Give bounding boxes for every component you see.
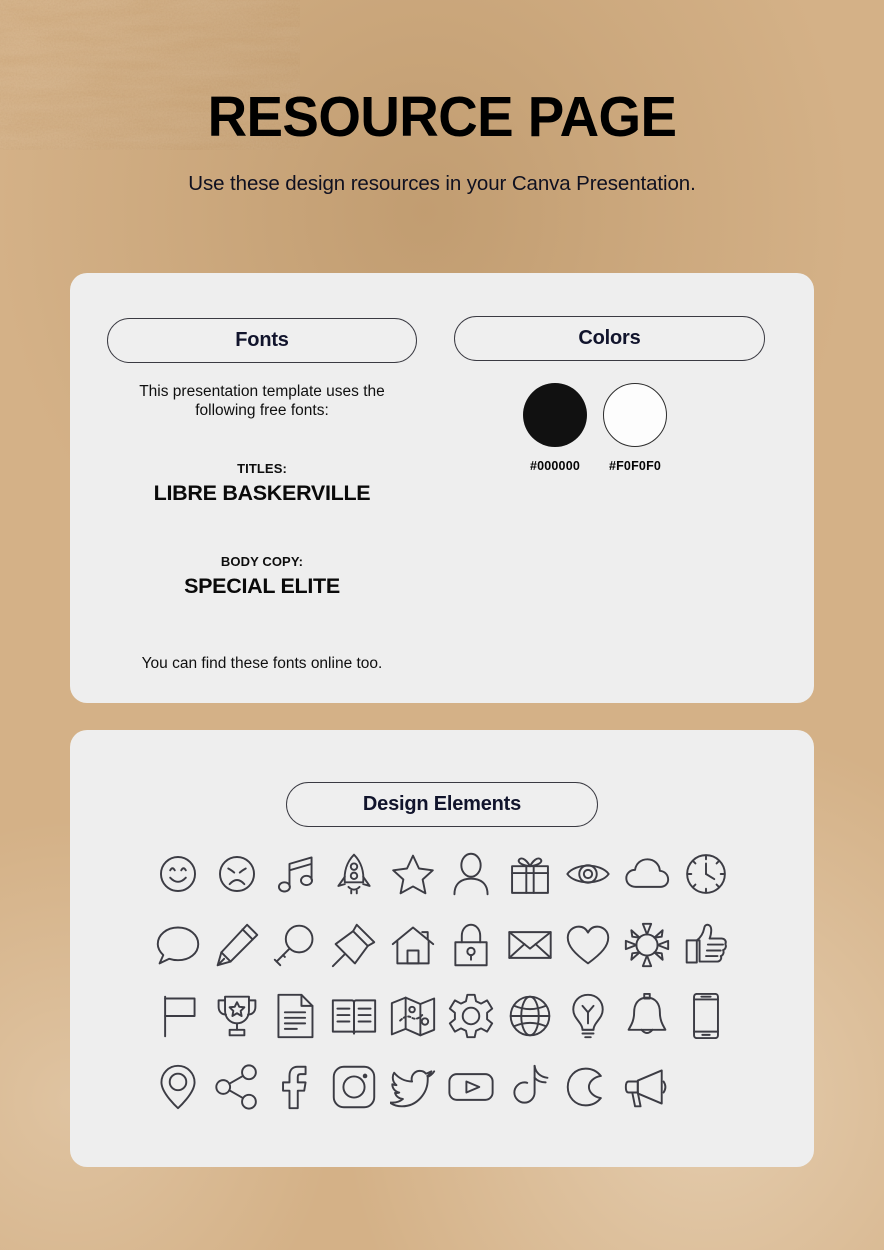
fonts-section-button[interactable]: Fonts	[107, 318, 417, 363]
map-icon[interactable]	[390, 993, 436, 1039]
design-elements-button[interactable]: Design Elements	[286, 782, 598, 827]
page-header: RESOURCE PAGE Use these design resources…	[0, 85, 884, 196]
tiktok-icon[interactable]	[507, 1064, 553, 1110]
music-note-icon[interactable]	[272, 851, 318, 897]
megaphone-icon[interactable]	[624, 1064, 670, 1110]
twitter-icon[interactable]	[389, 1064, 436, 1110]
design-elements-panel: Design Elements	[70, 730, 814, 1167]
bell-icon[interactable]	[624, 993, 670, 1039]
resource-page: RESOURCE PAGE Use these design resources…	[0, 0, 884, 1250]
flag-icon[interactable]	[155, 993, 201, 1039]
lightbulb-icon[interactable]	[565, 993, 611, 1039]
body-font-group: BODY COPY: SPECIAL ELITE	[107, 554, 417, 599]
smartphone-icon[interactable]	[683, 993, 729, 1039]
house-icon[interactable]	[390, 922, 436, 968]
body-font-name: SPECIAL ELITE	[184, 573, 340, 598]
page-title: RESOURCE PAGE	[207, 85, 677, 149]
fonts-content: This presentation template uses the foll…	[107, 383, 417, 673]
trophy-icon[interactable]	[214, 993, 260, 1039]
pencil-icon[interactable]	[214, 922, 260, 968]
lock-icon[interactable]	[448, 922, 494, 968]
speech-bubble-icon[interactable]	[155, 922, 201, 968]
fonts-and-colors-panel: Fonts Colors This presentation template …	[70, 273, 814, 703]
color-swatch[interactable]: #000000	[523, 383, 587, 473]
gear-icon[interactable]	[448, 993, 494, 1039]
open-book-icon[interactable]	[331, 993, 377, 1039]
facebook-icon[interactable]	[272, 1064, 318, 1110]
gift-icon[interactable]	[507, 851, 553, 897]
smiley-face-icon[interactable]	[155, 851, 201, 897]
moon-icon[interactable]	[565, 1064, 611, 1110]
rocket-icon[interactable]	[331, 851, 377, 897]
document-icon[interactable]	[272, 993, 318, 1039]
cloud-icon[interactable]	[624, 851, 670, 897]
youtube-icon[interactable]	[448, 1064, 494, 1110]
fonts-intro-text: This presentation template uses the foll…	[139, 383, 385, 419]
sad-face-icon[interactable]	[214, 851, 260, 897]
page-subtitle: Use these design resources in your Canva…	[188, 171, 696, 195]
sun-icon[interactable]	[624, 922, 670, 968]
colors-content: #000000 #F0F0F0	[454, 383, 765, 473]
share-icon[interactable]	[214, 1064, 260, 1110]
magnifying-glass-icon[interactable]	[272, 922, 318, 968]
eye-icon[interactable]	[565, 851, 611, 897]
titles-font-group: TITLES: LIBRE BASKERVILLE	[107, 461, 417, 506]
pushpin-icon[interactable]	[331, 922, 377, 968]
heart-icon[interactable]	[565, 922, 611, 968]
color-swatch-row: #000000 #F0F0F0	[454, 383, 765, 473]
fonts-footer-text: You can find these fonts online too.	[141, 654, 383, 672]
instagram-icon[interactable]	[331, 1064, 377, 1110]
design-elements-grid	[149, 851, 735, 1110]
color-swatch[interactable]: #F0F0F0	[603, 383, 667, 473]
color-swatch-circle-white	[603, 383, 667, 447]
color-swatch-label: #000000	[529, 459, 581, 473]
color-swatch-circle-black	[523, 383, 587, 447]
envelope-icon[interactable]	[507, 922, 553, 968]
titles-font-kicker: TITLES:	[237, 460, 287, 476]
star-icon[interactable]	[390, 851, 436, 897]
thumbs-up-icon[interactable]	[683, 922, 729, 968]
color-swatch-label: #F0F0F0	[608, 459, 662, 473]
person-icon[interactable]	[448, 851, 494, 897]
clock-icon[interactable]	[683, 851, 729, 897]
globe-icon[interactable]	[507, 993, 553, 1039]
colors-section-button[interactable]: Colors	[454, 316, 765, 361]
titles-font-name: LIBRE BASKERVILLE	[153, 480, 371, 505]
location-pin-icon[interactable]	[155, 1064, 201, 1110]
body-font-kicker: BODY COPY:	[220, 553, 304, 569]
